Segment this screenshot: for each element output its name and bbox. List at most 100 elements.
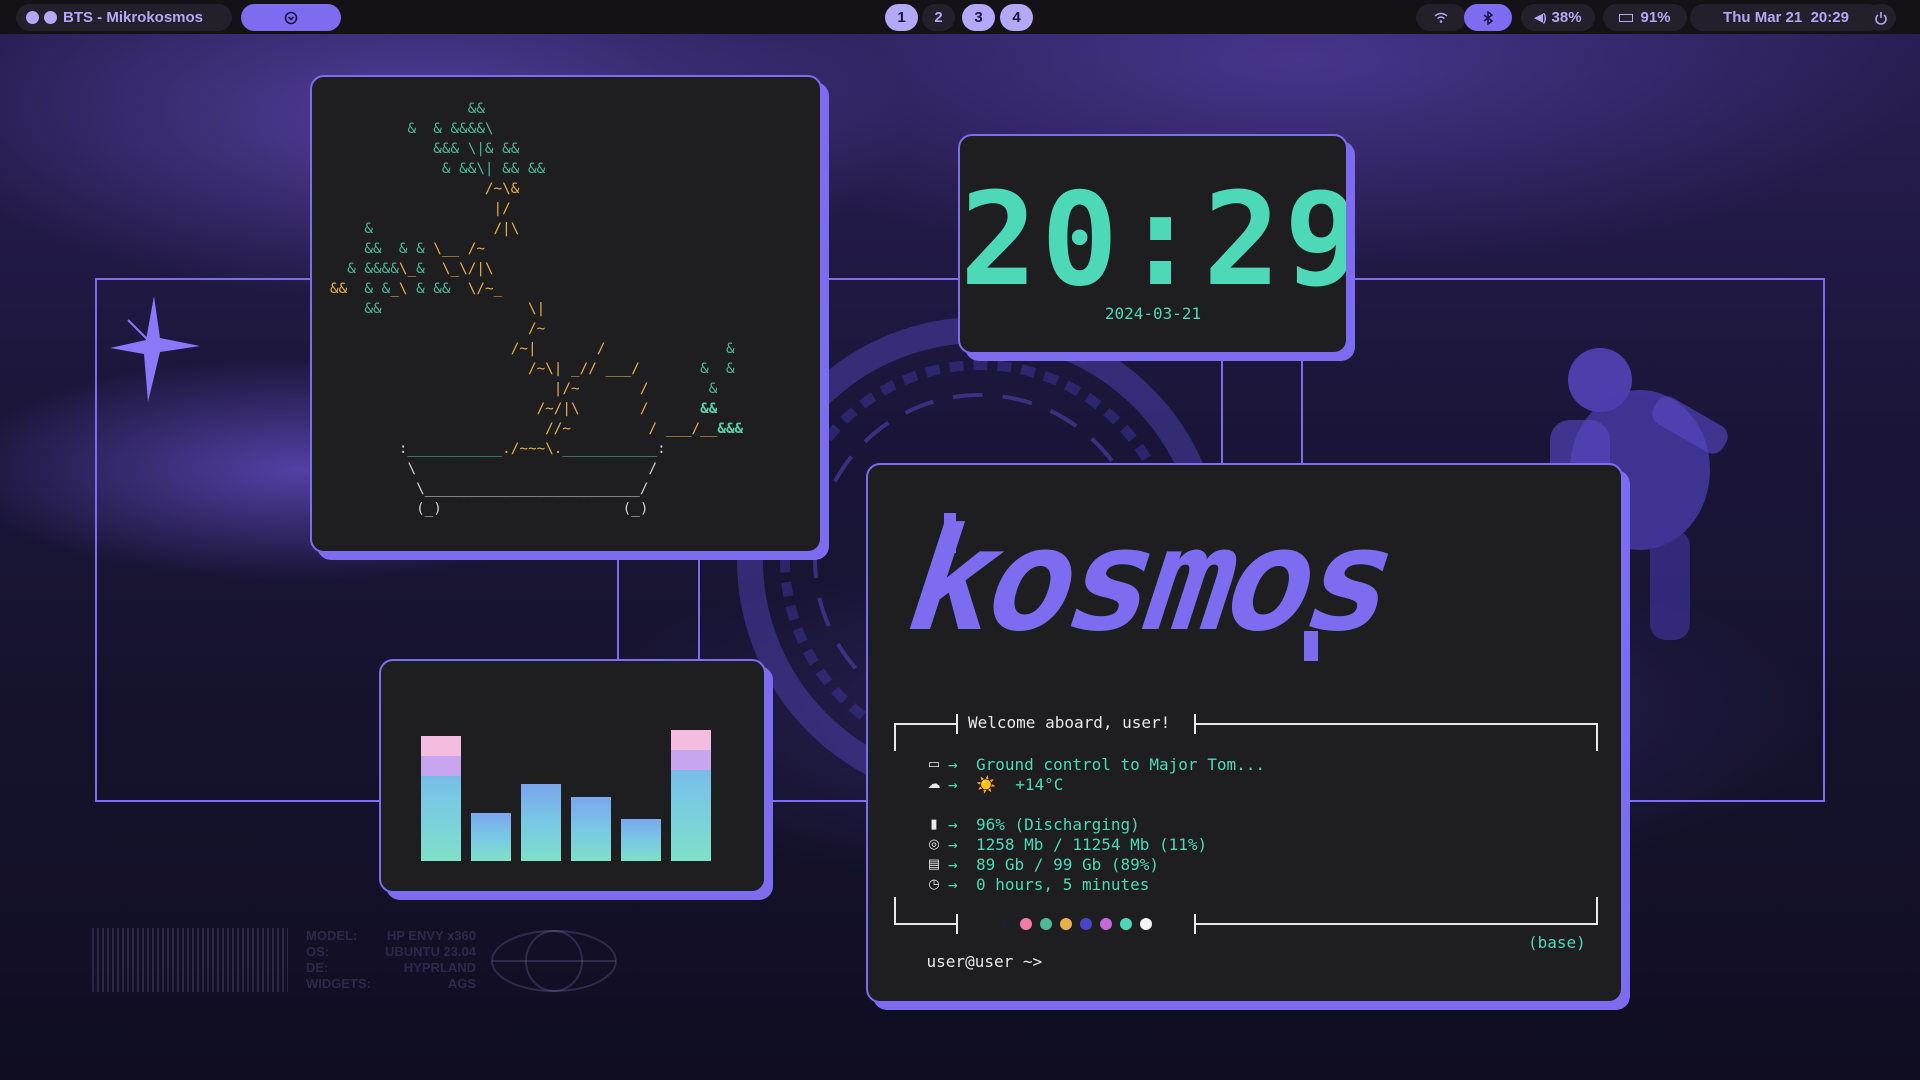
chip-icon: ◎	[928, 836, 940, 851]
box-bottom-left	[894, 923, 958, 925]
bonsai-ascii-art: && & & &&&&\ &&& \|& && & &&\| && && /~\…	[330, 101, 744, 517]
connector-line	[1221, 360, 1223, 465]
audio-visualizer-widget	[379, 659, 766, 893]
prompt-symbol: ~>	[1013, 952, 1043, 971]
battery-icon: ▮	[930, 816, 938, 831]
workspace-4[interactable]: 4	[1000, 4, 1033, 31]
bar-peak	[671, 750, 711, 770]
visualizer-bar	[521, 784, 561, 861]
box-top-left	[894, 723, 958, 725]
box-bottom-tick	[956, 914, 958, 934]
connector-line	[1301, 360, 1303, 465]
box-right-top	[1596, 723, 1598, 751]
box-left-bottom	[894, 897, 896, 925]
logo-text: kosmos	[887, 511, 1417, 663]
clock-date: 2024-03-21	[1104, 304, 1202, 323]
pause-icon[interactable]	[44, 11, 57, 24]
volume-icon: ◀)	[1534, 12, 1547, 24]
volume-value: 38%	[1551, 9, 1582, 26]
sysinfo-value: HYPRLAND	[403, 960, 476, 975]
visualizer-bar	[471, 813, 511, 861]
box-top-tick	[956, 714, 958, 734]
arrow-icon: →	[948, 855, 958, 874]
visualizer-bar	[571, 797, 611, 861]
power-icon	[1875, 11, 1887, 25]
palette-swatch	[1100, 918, 1112, 930]
shell-prompt[interactable]: user@user ~>	[888, 933, 1043, 990]
palette-swatch	[1000, 918, 1012, 930]
arrow-icon: →	[948, 755, 958, 774]
palette-swatch	[1060, 918, 1072, 930]
palette-swatch	[1140, 918, 1152, 930]
workspace-2[interactable]: 2	[922, 4, 955, 31]
media-widget[interactable]: BTS - Mikrokosmos	[16, 4, 232, 31]
arrow-icon: →	[948, 835, 958, 854]
sysinfo-label: OS:	[306, 944, 330, 959]
bar-peak	[671, 730, 711, 750]
bar-peak	[421, 736, 461, 756]
bar-peak	[421, 756, 461, 776]
info-line-text: ☀️ +14°C	[976, 775, 1064, 794]
palette-swatch	[1080, 918, 1092, 930]
disk-icon: ▤	[927, 856, 941, 871]
battery-widget[interactable]: 91%	[1603, 4, 1687, 31]
info-line-text: 0 hours, 5 minutes	[976, 875, 1150, 894]
bluetooth-icon	[1483, 10, 1493, 25]
cloud-icon: ☁	[927, 776, 941, 791]
battery-icon	[1619, 13, 1634, 22]
info-line-text: 96% (Discharging)	[976, 815, 1140, 834]
clock-icon: ◷	[928, 876, 940, 891]
wifi-button[interactable]	[1416, 4, 1466, 31]
conda-env: (base)	[1528, 933, 1586, 952]
media-expand-button[interactable]	[241, 4, 341, 31]
box-left-top	[894, 723, 896, 751]
box-top-right	[1194, 723, 1598, 725]
sysinfo-label: MODEL:	[306, 928, 358, 943]
palette-swatch	[1120, 918, 1132, 930]
chat-icon: ▭	[927, 756, 941, 771]
music-icon	[26, 11, 39, 24]
clock-widget: 20:29 2024-03-21	[958, 134, 1348, 354]
connector-line	[698, 555, 700, 660]
sysinfo-label: DE:	[306, 960, 329, 975]
arrow-icon: →	[948, 775, 958, 794]
info-line-text: 89 Gb / 99 Gb (89%)	[976, 855, 1160, 874]
palette-swatch	[1020, 918, 1032, 930]
terminal-window[interactable]: kosmos Welcome aboard, user! ▭ → Ground co…	[866, 463, 1623, 1003]
prompt-host: @user	[965, 952, 1014, 971]
info-line-text: 1258 Mb / 11254 Mb (11%)	[976, 835, 1208, 854]
visualizer-bar	[621, 819, 661, 861]
arrow-icon: →	[948, 815, 958, 834]
prompt-user: user	[926, 952, 966, 971]
clock-time: 20:29	[960, 166, 1348, 315]
top-bar: BTS - Mikrokosmos 1 2 3 4 ◀) 38% 91% Thu…	[0, 0, 1920, 34]
palette-swatch	[1040, 918, 1052, 930]
datetime-text: Thu Mar 21 20:29	[1723, 9, 1849, 26]
arrow-icon: →	[948, 875, 958, 894]
wifi-icon	[1434, 12, 1448, 23]
visualizer-bar	[671, 730, 711, 861]
workspace-3[interactable]: 3	[962, 4, 995, 31]
visualizer-bar	[421, 736, 461, 861]
box-right-bottom	[1596, 897, 1598, 925]
bluetooth-button[interactable]	[1464, 4, 1512, 31]
datetime-widget[interactable]: Thu Mar 21 20:29	[1690, 4, 1882, 31]
chevron-circle-icon	[284, 11, 298, 24]
sysinfo-value: UBUNTU 23.04	[384, 944, 476, 959]
sysinfo-value: HP ENVY x360	[386, 928, 476, 943]
connector-line	[617, 555, 619, 660]
sysinfo-value: AGS	[447, 976, 476, 991]
workspace-1[interactable]: 1	[885, 4, 918, 31]
globe-icon	[491, 930, 617, 992]
bonsai-widget: && & & &&&&\ &&& \|& && & &&\| && && /~\…	[310, 75, 822, 553]
info-line-text: Ground control to Major Tom...	[976, 755, 1265, 774]
barcode-graphic	[92, 928, 288, 992]
volume-widget[interactable]: ◀) 38%	[1521, 4, 1595, 31]
media-title: BTS - Mikrokosmos	[63, 9, 204, 26]
box-bottom-right	[1194, 923, 1598, 925]
battery-value: 91%	[1640, 9, 1671, 26]
sysinfo-label: WIDGETS:	[306, 976, 371, 991]
power-button[interactable]	[1866, 4, 1896, 31]
sparkle-icon	[110, 296, 200, 402]
kosmos-logo: kosmos	[887, 511, 1417, 663]
